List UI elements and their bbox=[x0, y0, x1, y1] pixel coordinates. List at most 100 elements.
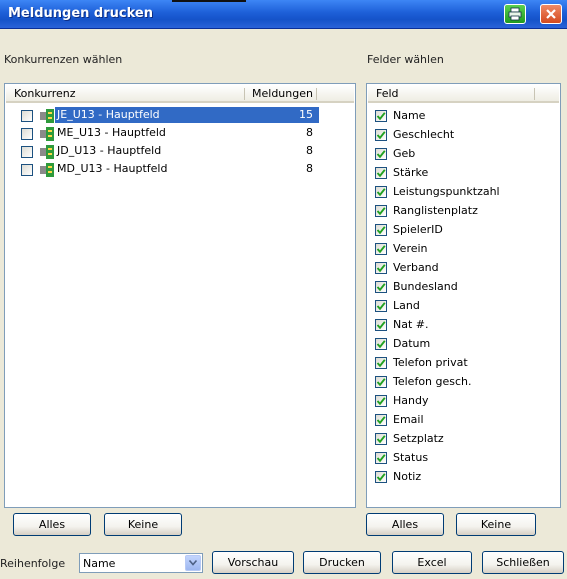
competition-entry-count: 8 bbox=[306, 144, 313, 157]
field-row[interactable]: Email bbox=[373, 411, 553, 429]
field-row[interactable]: Name bbox=[373, 107, 553, 125]
competition-row-content[interactable]: JD_U13 - Hauptfeld 8 bbox=[55, 143, 319, 159]
competition-entry-count: 8 bbox=[306, 126, 313, 139]
field-row[interactable]: Notiz bbox=[373, 468, 553, 486]
competition-checkbox[interactable] bbox=[21, 164, 33, 176]
field-label: SpielerID bbox=[393, 223, 443, 236]
column-header-entries[interactable]: Meldungen bbox=[252, 87, 313, 100]
competition-row-content[interactable]: JE_U13 - Hauptfeld 15 bbox=[55, 107, 319, 123]
field-checkbox[interactable] bbox=[375, 243, 387, 255]
field-checkbox[interactable] bbox=[375, 186, 387, 198]
print-button[interactable]: Drucken bbox=[303, 551, 381, 574]
field-label: Telefon privat bbox=[393, 356, 468, 369]
competition-checkbox[interactable] bbox=[21, 110, 33, 122]
field-checkbox[interactable] bbox=[375, 471, 387, 483]
close-button[interactable]: Schließen bbox=[482, 551, 564, 574]
competition-row[interactable]: ME_U13 - Hauptfeld 8 bbox=[19, 125, 339, 143]
field-label: Datum bbox=[393, 337, 431, 350]
field-row[interactable]: Ranglistenplatz bbox=[373, 202, 553, 220]
field-label: Handy bbox=[393, 394, 429, 407]
competition-row[interactable]: JD_U13 - Hauptfeld 8 bbox=[19, 143, 339, 161]
title-bar: Meldungen drucken bbox=[0, 0, 567, 29]
field-checkbox[interactable] bbox=[375, 376, 387, 388]
print-icon[interactable] bbox=[504, 4, 526, 24]
field-checkbox[interactable] bbox=[375, 148, 387, 160]
field-checkbox[interactable] bbox=[375, 395, 387, 407]
preview-button[interactable]: Vorschau bbox=[212, 551, 294, 574]
deselect-all-competitions-button[interactable]: Keine bbox=[104, 513, 182, 536]
field-label: Geb bbox=[393, 147, 416, 160]
field-row[interactable]: Datum bbox=[373, 335, 553, 353]
field-checkbox[interactable] bbox=[375, 319, 387, 331]
field-label: Bundesland bbox=[393, 280, 458, 293]
competition-row[interactable]: MD_U13 - Hauptfeld 8 bbox=[19, 161, 339, 179]
select-all-fields-button[interactable]: Alles bbox=[366, 513, 444, 536]
field-checkbox[interactable] bbox=[375, 281, 387, 293]
field-label: Stärke bbox=[393, 166, 429, 179]
field-row[interactable]: Telefon gesch. bbox=[373, 373, 553, 391]
chevron-down-icon[interactable] bbox=[185, 555, 201, 571]
excel-button[interactable]: Excel bbox=[392, 551, 472, 574]
field-row[interactable]: Leistungspunktzahl bbox=[373, 183, 553, 201]
close-icon[interactable] bbox=[540, 4, 562, 24]
field-row[interactable]: Verein bbox=[373, 240, 553, 258]
field-checkbox[interactable] bbox=[375, 205, 387, 217]
field-checkbox[interactable] bbox=[375, 167, 387, 179]
field-checkbox[interactable] bbox=[375, 338, 387, 350]
field-label: Status bbox=[393, 451, 429, 464]
field-label: Setzplatz bbox=[393, 432, 444, 445]
field-row[interactable]: Geschlecht bbox=[373, 126, 553, 144]
competition-row-content[interactable]: ME_U13 - Hauptfeld 8 bbox=[55, 125, 319, 141]
order-label: Reihenfolge bbox=[0, 557, 66, 570]
field-row[interactable]: Stärke bbox=[373, 164, 553, 182]
order-select-value: Name bbox=[83, 557, 116, 570]
select-all-competitions-button[interactable]: Alles bbox=[13, 513, 91, 536]
field-checkbox[interactable] bbox=[375, 452, 387, 464]
field-checkbox[interactable] bbox=[375, 414, 387, 426]
field-label: Leistungspunktzahl bbox=[393, 185, 500, 198]
field-label: Verband bbox=[393, 261, 439, 274]
field-row[interactable]: Handy bbox=[373, 392, 553, 410]
print-dialog: Meldungen drucken Konkurrenzen wählen Ko… bbox=[0, 0, 567, 579]
field-row[interactable]: SpielerID bbox=[373, 221, 553, 239]
competition-checkbox[interactable] bbox=[21, 128, 33, 140]
competition-list-header: Konkurrenz Meldungen bbox=[6, 85, 354, 103]
field-checkbox[interactable] bbox=[375, 224, 387, 236]
competitions-label: Konkurrenzen wählen bbox=[4, 53, 123, 66]
field-row[interactable]: Setzplatz bbox=[373, 430, 553, 448]
field-checkbox[interactable] bbox=[375, 129, 387, 141]
field-label: Land bbox=[393, 299, 420, 312]
field-checkbox[interactable] bbox=[375, 300, 387, 312]
competition-name: ME_U13 - Hauptfeld bbox=[57, 126, 166, 139]
field-row[interactable]: Land bbox=[373, 297, 553, 315]
field-row[interactable]: Status bbox=[373, 449, 553, 467]
field-row[interactable]: Nat #. bbox=[373, 316, 553, 334]
column-header-competition[interactable]: Konkurrenz bbox=[14, 87, 76, 100]
competition-checkbox[interactable] bbox=[21, 146, 33, 158]
field-list[interactable]: Feld Name Geschlecht Geb Stärke Leistungspun… bbox=[366, 83, 561, 508]
column-separator bbox=[244, 88, 245, 100]
field-label: Verein bbox=[393, 242, 428, 255]
field-row[interactable]: Verband bbox=[373, 259, 553, 277]
competition-icon bbox=[40, 163, 54, 177]
field-checkbox[interactable] bbox=[375, 357, 387, 369]
fields-label: Felder wählen bbox=[367, 53, 444, 66]
field-checkbox[interactable] bbox=[375, 433, 387, 445]
competition-row-content[interactable]: MD_U13 - Hauptfeld 8 bbox=[55, 161, 319, 177]
field-checkbox[interactable] bbox=[375, 110, 387, 122]
competition-row[interactable]: JE_U13 - Hauptfeld 15 bbox=[19, 107, 339, 125]
field-row[interactable]: Telefon privat bbox=[373, 354, 553, 372]
competition-icon bbox=[40, 145, 54, 159]
window-title: Meldungen drucken bbox=[8, 6, 153, 21]
order-select[interactable]: Name bbox=[79, 553, 203, 573]
field-label: Nat #. bbox=[393, 318, 429, 331]
field-row[interactable]: Geb bbox=[373, 145, 553, 163]
competition-name: JD_U13 - Hauptfeld bbox=[57, 144, 162, 157]
column-header-field[interactable]: Feld bbox=[376, 87, 399, 100]
deselect-all-fields-button[interactable]: Keine bbox=[456, 513, 536, 536]
field-checkbox[interactable] bbox=[375, 262, 387, 274]
column-separator bbox=[316, 88, 317, 100]
field-row[interactable]: Bundesland bbox=[373, 278, 553, 296]
field-label: Geschlecht bbox=[393, 128, 455, 141]
competition-list[interactable]: Konkurrenz Meldungen JE_U13 - Hauptfeld 1… bbox=[4, 83, 356, 508]
